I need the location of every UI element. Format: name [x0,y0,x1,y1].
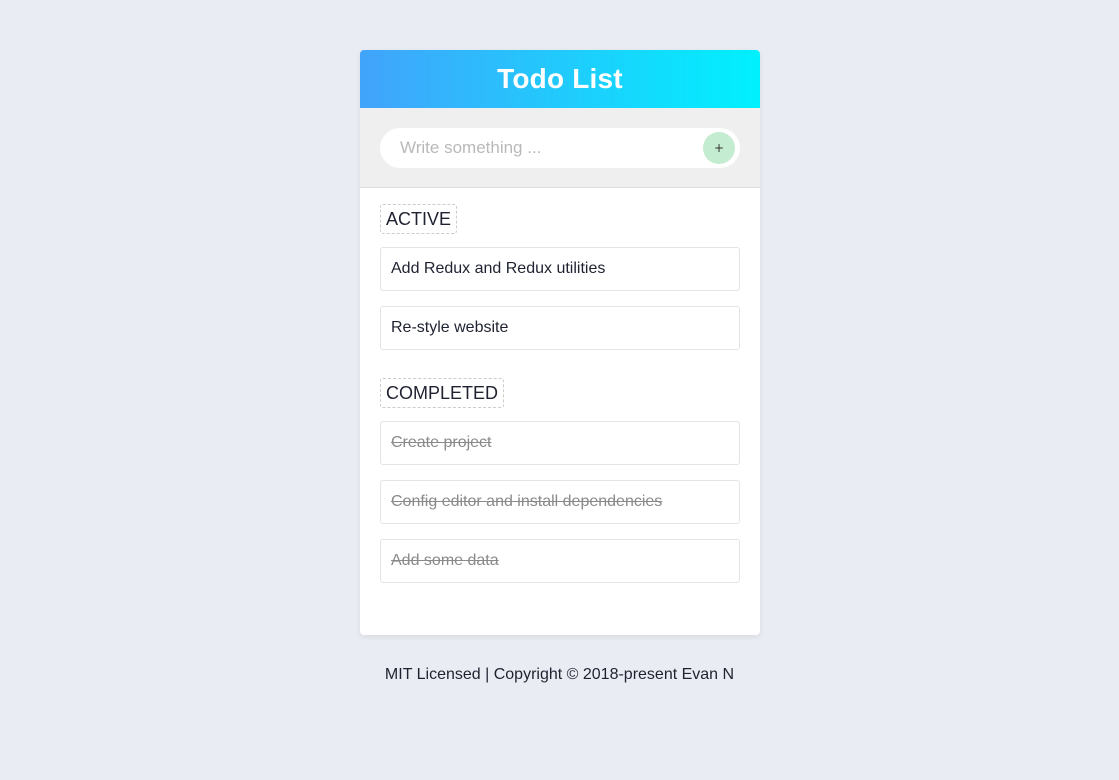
completed-todo-item[interactable]: Add some data [380,539,740,583]
todo-card: Todo List + ACTIVE Add Redux and Redux u… [360,50,760,635]
plus-icon: + [713,141,725,155]
app-title: Todo List [497,63,623,94]
footer: MIT Licensed | Copyright © 2018-present … [384,666,735,683]
active-todo-item[interactable]: Add Redux and Redux utilities [380,247,740,291]
add-button[interactable]: + [703,132,735,164]
completed-todo-item[interactable]: Config editor and install dependencies [380,480,740,524]
input-bar: + [360,108,760,188]
header: Todo List [360,50,760,108]
input-wrapper: + [380,128,740,168]
active-section-label: ACTIVE [380,204,458,234]
completed-section-label: COMPLETED [380,378,505,408]
active-todo-item[interactable]: Re-style website [380,306,740,350]
todo-input[interactable] [380,128,700,168]
completed-todo-item[interactable]: Create project [380,421,740,465]
